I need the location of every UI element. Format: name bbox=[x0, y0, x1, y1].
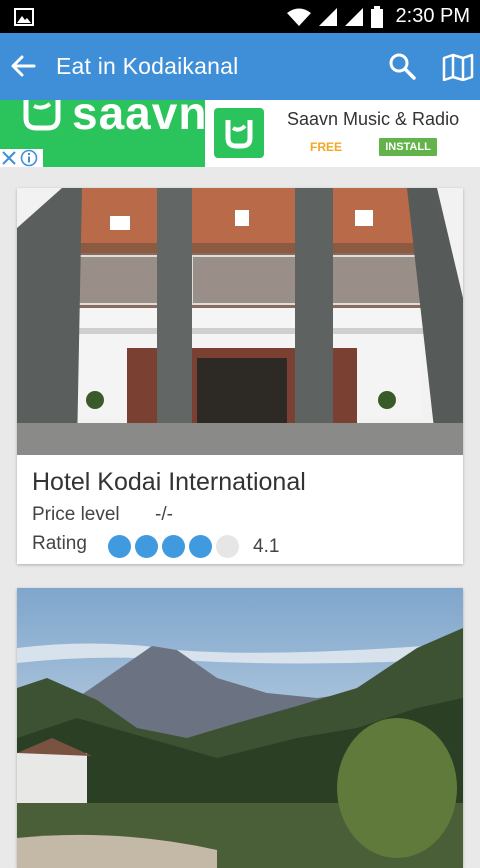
rating-dot-filled bbox=[108, 535, 131, 558]
battery-icon bbox=[370, 5, 383, 28]
place-name: Hotel Kodai International bbox=[32, 468, 306, 496]
place-card[interactable]: Hotel Kodai International Price level -/… bbox=[17, 188, 463, 564]
gallery-icon bbox=[14, 8, 34, 26]
rating-dot-filled bbox=[162, 535, 185, 558]
ad-title: Saavn Music & Radio bbox=[287, 109, 460, 129]
signal-icon bbox=[318, 7, 337, 26]
rating-dot-filled bbox=[135, 535, 158, 558]
rating-value: 4.1 bbox=[253, 536, 280, 557]
back-arrow-icon[interactable] bbox=[8, 51, 38, 81]
status-bar: 2:30 PM bbox=[0, 0, 480, 33]
page-title: Eat in Kodaikanal bbox=[56, 53, 239, 79]
place-card[interactable] bbox=[17, 588, 463, 868]
ad-app-icon bbox=[208, 102, 270, 164]
map-icon[interactable] bbox=[442, 53, 474, 81]
ad-choices[interactable] bbox=[0, 149, 43, 167]
rating-label: Rating bbox=[32, 533, 87, 554]
ad-banner[interactable]: saavn Saavn Music & Radio FREE INSTALL bbox=[0, 100, 480, 167]
rating-dots bbox=[108, 535, 239, 558]
saavn-logo-icon bbox=[23, 100, 61, 131]
ad-brand-name: saavn bbox=[72, 100, 208, 139]
rating-dot-empty bbox=[216, 535, 239, 558]
price-level-value: -/- bbox=[155, 504, 173, 525]
wifi-icon bbox=[286, 8, 311, 26]
price-level-label: Price level bbox=[32, 504, 120, 525]
search-icon[interactable] bbox=[388, 52, 416, 80]
place-photo bbox=[17, 188, 463, 455]
close-icon[interactable] bbox=[1, 150, 17, 166]
info-icon[interactable] bbox=[20, 149, 38, 167]
mountain-photo bbox=[17, 588, 463, 868]
signal-icon bbox=[344, 7, 363, 26]
rating-dot-filled bbox=[189, 535, 212, 558]
clock: 2:30 PM bbox=[395, 5, 470, 27]
app-bar: Eat in Kodaikanal bbox=[0, 33, 480, 100]
saavn-app-icon bbox=[225, 120, 253, 149]
ad-price: FREE bbox=[310, 140, 343, 154]
hotel-photo bbox=[17, 188, 463, 455]
install-button[interactable]: INSTALL bbox=[379, 138, 437, 156]
place-photo bbox=[17, 588, 463, 868]
